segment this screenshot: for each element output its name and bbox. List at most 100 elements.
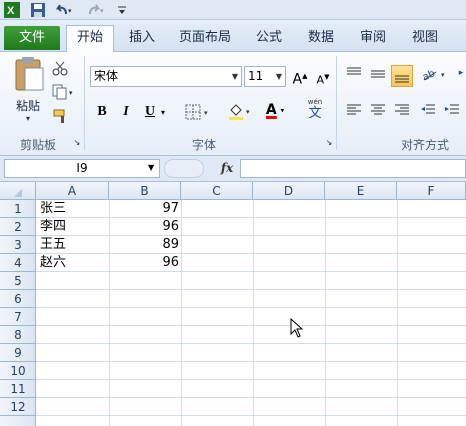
column-header-bar: A B C D E F	[0, 182, 466, 200]
increase-indent-button[interactable]	[442, 102, 462, 122]
align-middle-button[interactable]	[368, 66, 388, 86]
decrease-font-size-icon[interactable]: A▼	[314, 68, 332, 87]
phonetic-char-label: 文	[308, 106, 322, 121]
formula-input[interactable]	[240, 159, 466, 178]
grid-line	[36, 289, 466, 290]
undo-icon[interactable]: ▾	[54, 2, 72, 18]
copy-icon: ▾	[52, 84, 73, 100]
align-right-button[interactable]	[392, 102, 412, 122]
borders-button[interactable]: ▾	[184, 104, 214, 122]
paste-label: 粘贴	[15, 99, 40, 113]
phonetic-guide-button[interactable]: wén 文	[300, 98, 330, 124]
font-size-select[interactable]: 11 ▼	[244, 66, 286, 87]
row-header[interactable]: 1	[0, 200, 36, 218]
svg-text:▾: ▾	[69, 89, 73, 97]
underline-dropdown-icon[interactable]: ▾	[158, 104, 168, 122]
column-header-e[interactable]: E	[325, 182, 397, 200]
column-header-b[interactable]: B	[109, 182, 181, 200]
column-header-f[interactable]: F	[397, 182, 466, 200]
formula-expand-handle[interactable]	[164, 159, 204, 178]
align-bottom-icon	[395, 75, 409, 83]
formula-bar: I9 ▼ fx	[0, 156, 466, 182]
row-header[interactable]: 11	[0, 380, 36, 398]
increase-font-size-icon[interactable]: A▲	[290, 66, 310, 88]
svg-text:▾: ▾	[441, 71, 445, 79]
align-top-button[interactable]	[344, 66, 364, 86]
font-launcher-icon[interactable]: ↘	[324, 138, 334, 147]
customize-toolbar-icon[interactable]	[116, 2, 132, 18]
align-left-button[interactable]	[344, 102, 364, 122]
grid-line	[36, 325, 466, 326]
clipboard-group-label: 剪贴板	[19, 138, 56, 152]
row-header[interactable]: 5	[0, 272, 36, 290]
tab-formulas[interactable]: 公式	[248, 26, 290, 50]
underline-button[interactable]: U	[142, 102, 158, 122]
decrease-indent-button[interactable]	[418, 102, 438, 122]
mouse-pointer-icon	[290, 317, 304, 341]
select-all-corner[interactable]	[0, 182, 36, 200]
italic-button[interactable]: I	[118, 102, 134, 122]
chevron-down-icon[interactable]: ▼	[148, 163, 154, 172]
cell-b4[interactable]: 96	[110, 254, 179, 272]
cell-b2[interactable]: 96	[110, 218, 179, 236]
grid-line	[36, 343, 466, 344]
cell-a2[interactable]: 李四	[40, 218, 108, 236]
column-header-c[interactable]: C	[181, 182, 253, 200]
paste-button[interactable]: 粘贴 ▾	[10, 56, 46, 126]
name-box[interactable]: I9	[4, 159, 160, 178]
align-center-icon	[371, 104, 385, 115]
more-icon[interactable]: ▸	[456, 68, 466, 86]
cell-a3[interactable]: 王五	[40, 236, 108, 254]
align-bottom-button[interactable]	[391, 65, 413, 87]
row-header[interactable]: 8	[0, 326, 36, 344]
font-group-label: 字体	[191, 138, 216, 152]
copy-button[interactable]: ▾	[50, 84, 78, 102]
fill-color-button[interactable]: ▾	[226, 102, 256, 122]
font-color-icon: A	[265, 102, 277, 118]
orientation-button[interactable]: ab ▾	[420, 66, 450, 86]
row-header[interactable]: 2	[0, 218, 36, 236]
tab-view[interactable]: 视图	[404, 26, 446, 50]
redo-icon[interactable]: ▾	[86, 2, 104, 18]
svg-text:X: X	[7, 5, 15, 17]
row-header[interactable]: 12	[0, 398, 36, 416]
decrease-indent-icon	[421, 104, 435, 114]
cell-a1[interactable]: 张三	[40, 200, 108, 218]
svg-text:▾: ▾	[246, 108, 250, 116]
tab-file[interactable]: 文件	[4, 26, 60, 50]
chevron-down-icon: ▼	[275, 72, 283, 81]
tab-home[interactable]: 开始	[66, 25, 114, 52]
row-header[interactable]: 9	[0, 344, 36, 362]
font-color-button[interactable]: A ▾	[260, 102, 290, 124]
row-header[interactable]: 4	[0, 254, 36, 272]
insert-function-button[interactable]: fx	[216, 159, 238, 178]
cell-b1[interactable]: 97	[110, 200, 179, 218]
font-family-value: 宋体	[94, 69, 119, 83]
row-header[interactable]: 10	[0, 362, 36, 380]
align-left-icon	[347, 104, 361, 115]
font-size-value: 11	[248, 69, 264, 83]
row-header[interactable]: 3	[0, 236, 36, 254]
save-icon[interactable]	[30, 2, 46, 18]
cut-button[interactable]	[50, 60, 70, 78]
tab-review[interactable]: 审阅	[352, 26, 394, 50]
bold-button[interactable]: B	[94, 102, 110, 122]
tab-insert[interactable]: 插入	[120, 26, 164, 50]
format-painter-button[interactable]	[50, 108, 70, 126]
phonetic-top-label: wén	[307, 98, 323, 106]
tab-data[interactable]: 数据	[300, 26, 342, 50]
clipboard-launcher-icon[interactable]: ↘	[72, 138, 82, 147]
tab-page-layout[interactable]: 页面布局	[172, 26, 238, 50]
svg-text:▾: ▾	[68, 7, 72, 15]
increase-indent-icon	[445, 104, 459, 114]
paste-dropdown-icon: ▾	[25, 114, 30, 123]
row-header[interactable]: 7	[0, 308, 36, 326]
cell-a4[interactable]: 赵六	[40, 254, 108, 272]
align-center-button[interactable]	[368, 102, 388, 122]
row-header[interactable]: 6	[0, 290, 36, 308]
cell-b3[interactable]: 89	[110, 236, 179, 254]
font-family-select[interactable]: 宋体 ▼	[90, 66, 242, 87]
paint-bucket-icon: ▾	[229, 104, 250, 120]
column-header-d[interactable]: D	[253, 182, 325, 200]
column-header-a[interactable]: A	[36, 182, 109, 200]
